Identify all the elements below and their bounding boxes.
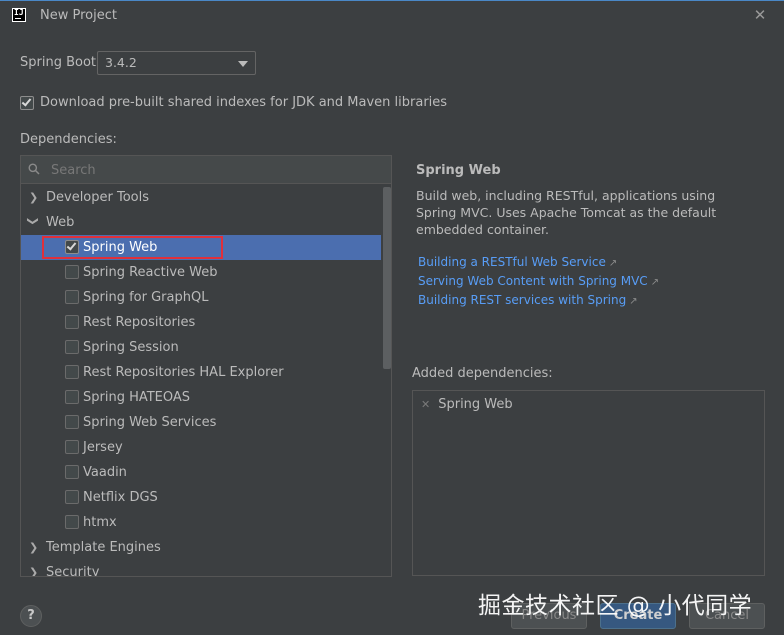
- dependency-checkbox[interactable]: [65, 340, 79, 354]
- guide-link[interactable]: Building a RESTful Web Service ↗: [418, 255, 617, 269]
- added-dependency-label: Spring Web: [438, 397, 513, 412]
- external-link-icon: ↗: [650, 277, 660, 288]
- detail-description: Build web, including RESTful, applicatio…: [416, 188, 717, 237]
- tree-group-web[interactable]: ❯ Web: [21, 210, 381, 235]
- guide-link[interactable]: Serving Web Content with Spring MVC ↗: [418, 274, 659, 288]
- tree-group-template-engines[interactable]: ❯ Template Engines: [21, 535, 381, 560]
- search-bar: [21, 156, 391, 184]
- dependency-item-spring-web[interactable]: Spring Web: [21, 235, 381, 260]
- chevron-right-icon[interactable]: ❯: [29, 535, 39, 560]
- dependency-item-spring-for-graphql[interactable]: Spring for GraphQL: [21, 285, 381, 310]
- guide-link[interactable]: Building REST services with Spring ↗: [418, 293, 638, 307]
- tree-group-developer-tools[interactable]: ❯ Developer Tools: [21, 185, 381, 210]
- link-text[interactable]: Serving Web Content with Spring MVC: [418, 274, 648, 288]
- dependency-label: htmx: [83, 515, 117, 530]
- dependency-label: Spring HATEOAS: [83, 390, 191, 405]
- scrollbar[interactable]: [382, 185, 391, 576]
- dependency-item-spring-session[interactable]: Spring Session: [21, 335, 381, 360]
- dependency-checkbox[interactable]: [65, 490, 79, 504]
- dependency-checkbox[interactable]: [65, 390, 79, 404]
- download-indexes-checkbox[interactable]: [20, 96, 34, 110]
- scrollbar-thumb[interactable]: [383, 187, 391, 369]
- tree-group-label: Web: [46, 215, 75, 230]
- tree-group-label: Template Engines: [46, 540, 161, 555]
- dependency-tree: ❯ Developer Tools ❯ Web Spring Web Sprin…: [21, 185, 381, 577]
- tree-group-security[interactable]: ❯ Security: [21, 560, 381, 577]
- dependency-item-jersey[interactable]: Jersey: [21, 435, 381, 460]
- dependency-label: Spring for GraphQL: [83, 290, 209, 305]
- dependency-label: Jersey: [83, 440, 123, 455]
- chevron-right-icon[interactable]: ❯: [29, 560, 39, 576]
- dependency-checkbox[interactable]: [65, 415, 79, 429]
- chevron-right-icon[interactable]: ❯: [29, 185, 39, 210]
- chevron-down-icon[interactable]: ❯: [21, 217, 46, 227]
- highlight-box: [42, 236, 223, 259]
- window-title: New Project: [40, 8, 117, 23]
- link-text[interactable]: Building REST services with Spring: [418, 293, 626, 307]
- intellij-logo-icon: IJ: [12, 8, 26, 22]
- dependency-item-vaadin[interactable]: Vaadin: [21, 460, 381, 485]
- tree-group-label: Security: [46, 565, 100, 577]
- external-link-icon: ↗: [608, 258, 618, 269]
- spring-boot-label: Spring Boot:: [20, 55, 101, 70]
- dependency-item-rest-repositories-hal-explorer[interactable]: Rest Repositories HAL Explorer: [21, 360, 381, 385]
- watermark: 掘金技术社区 @ 小代同学: [478, 593, 753, 619]
- dependency-item-htmx[interactable]: htmx: [21, 510, 381, 535]
- dependency-label: Spring Reactive Web: [83, 265, 218, 280]
- dependency-checkbox[interactable]: [65, 365, 79, 379]
- dependency-label: Rest Repositories: [83, 315, 196, 330]
- help-button[interactable]: ?: [20, 605, 42, 627]
- search-input[interactable]: [51, 160, 381, 180]
- dependencies-panel: ❯ Developer Tools ❯ Web Spring Web Sprin…: [20, 155, 392, 577]
- dependency-item-spring-web-services[interactable]: Spring Web Services: [21, 410, 381, 435]
- added-dependencies-list: ✕ Spring Web: [412, 390, 765, 576]
- spring-boot-version-value: 3.4.2: [105, 55, 137, 70]
- dependency-label: Spring Web Services: [83, 415, 217, 430]
- download-indexes-label[interactable]: Download pre-built shared indexes for JD…: [40, 95, 447, 110]
- dependency-item-netflix-dgs[interactable]: Netflix DGS: [21, 485, 381, 510]
- added-dependencies-label: Added dependencies:: [412, 366, 553, 381]
- dependency-item-spring-reactive-web[interactable]: Spring Reactive Web: [21, 260, 381, 285]
- dependency-label: Netflix DGS: [83, 490, 158, 505]
- dependencies-label: Dependencies:: [20, 132, 117, 147]
- dependency-checkbox[interactable]: [65, 265, 79, 279]
- dependency-label: Vaadin: [83, 465, 127, 480]
- dependency-checkbox[interactable]: [65, 290, 79, 304]
- added-dependency-item: ✕ Spring Web: [421, 397, 513, 412]
- close-icon[interactable]: ✕: [752, 7, 768, 23]
- detail-title: Spring Web: [416, 163, 501, 178]
- dependency-item-spring-hateoas[interactable]: Spring HATEOAS: [21, 385, 381, 410]
- dependency-checkbox[interactable]: [65, 515, 79, 529]
- spring-boot-version-select[interactable]: 3.4.2: [97, 51, 256, 75]
- remove-icon[interactable]: ✕: [421, 398, 430, 411]
- dependency-label: Spring Session: [83, 340, 179, 355]
- title-bar: IJ New Project ✕: [0, 0, 784, 32]
- dependency-label: Rest Repositories HAL Explorer: [83, 365, 284, 380]
- dependency-checkbox[interactable]: [65, 440, 79, 454]
- external-link-icon: ↗: [629, 296, 638, 307]
- dependency-checkbox[interactable]: [65, 315, 79, 329]
- chevron-down-icon: [238, 61, 248, 67]
- tree-group-label: Developer Tools: [46, 190, 150, 205]
- dependency-checkbox[interactable]: [65, 465, 79, 479]
- checkmark-icon: [21, 96, 32, 107]
- dependency-item-rest-repositories[interactable]: Rest Repositories: [21, 310, 381, 335]
- link-text[interactable]: Building a RESTful Web Service: [418, 255, 606, 269]
- search-icon: [28, 163, 40, 175]
